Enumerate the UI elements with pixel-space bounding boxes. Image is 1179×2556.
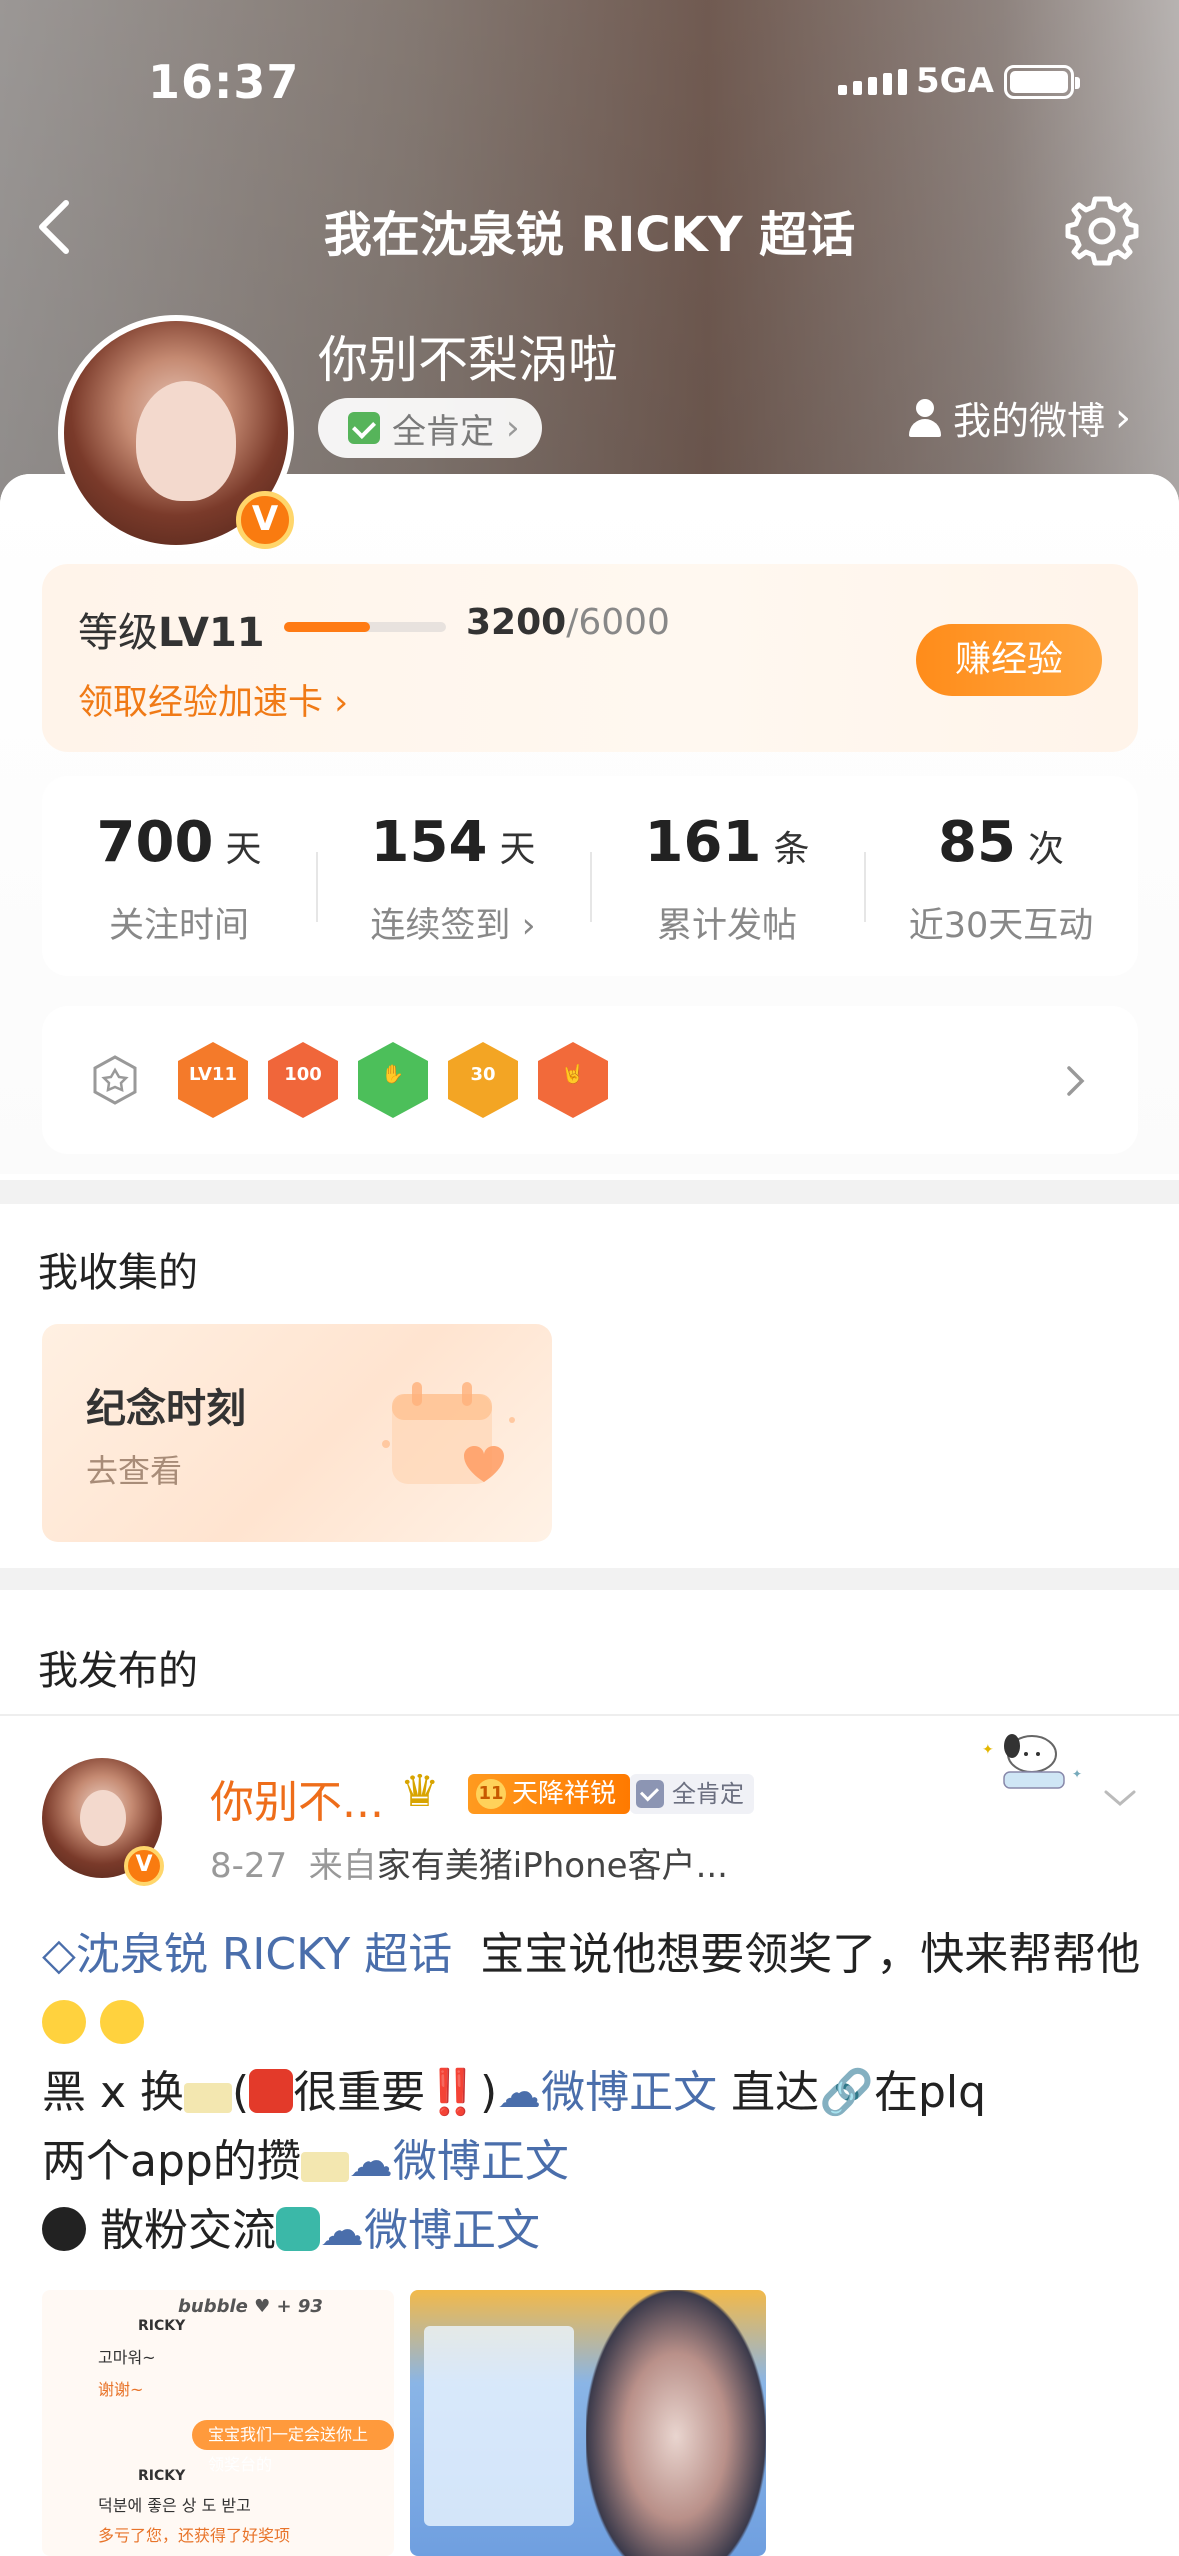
- status-bar: 16:37 5GA: [0, 55, 1179, 115]
- network-type: 5GA: [916, 61, 994, 101]
- check-icon: [348, 412, 380, 444]
- check-icon: [636, 1780, 664, 1808]
- post-image-chat[interactable]: bubble ♥ + 93 RICKY 고마워~ 谢谢~ 宝宝我们一定会送你上领…: [42, 2290, 394, 2556]
- battery-icon: [1004, 65, 1080, 99]
- verify-chip[interactable]: 全肯定 ›: [318, 398, 542, 458]
- collected-section-title: 我收集的: [38, 1250, 198, 1296]
- divider-line: [0, 1714, 1179, 1716]
- user-icon: [907, 398, 943, 437]
- badge-hex-icon: [93, 1055, 137, 1105]
- svg-text:✦: ✦: [1072, 1767, 1082, 1781]
- chevron-right-icon: [1067, 1066, 1085, 1096]
- chevron-down-icon[interactable]: [1102, 1786, 1138, 1810]
- gear-icon[interactable]: [1064, 193, 1140, 269]
- memo-card-title: 纪念时刻: [86, 1386, 246, 1432]
- status-time: 16:37: [148, 55, 300, 109]
- chevron-right-icon: ›: [1115, 394, 1131, 441]
- level-card: 等级LV11 3200/6000 领取经验加速卡 › 赚经验: [42, 564, 1138, 752]
- level-label: 等级LV11: [78, 610, 265, 656]
- stat-total-posts: 161 条 累计发帖: [644, 810, 810, 946]
- chevron-right-icon: ›: [506, 408, 520, 448]
- verified-v-icon: V: [236, 491, 294, 549]
- published-section-title: 我发布的: [38, 1648, 198, 1694]
- dog-sticker-icon: ✦✦: [982, 1734, 1082, 1789]
- post-text: ◇沈泉锐 RICKY 超话 宝宝说他想要领奖了，快来帮帮他 黑 x 换(很重要‼…: [42, 1929, 1141, 2256]
- stat-follow-days: 700 天 关注时间: [96, 810, 262, 946]
- verify-tag: 全肯定: [630, 1774, 754, 1814]
- memorial-moments-card[interactable]: 纪念时刻 去查看: [42, 1324, 552, 1542]
- verified-v-icon: V: [124, 1846, 164, 1886]
- post-author-name[interactable]: 你别不...: [210, 1766, 384, 1830]
- 100-days-medal-icon: 100: [268, 1034, 338, 1124]
- supertopic-link[interactable]: ◇沈泉锐 RICKY 超话: [42, 1929, 452, 1980]
- boost-card-link[interactable]: 领取经验加速卡 ›: [78, 674, 348, 725]
- memo-card-link: 去查看: [86, 1452, 183, 1490]
- svg-text:✦: ✦: [982, 1742, 994, 1758]
- crown-icon: ♛: [400, 1766, 440, 1817]
- signal-icon: [838, 65, 907, 95]
- 30-days-medal-icon: 30: [448, 1034, 518, 1124]
- my-weibo-label: 我的微博: [952, 399, 1105, 443]
- level-progress-bar: [284, 622, 446, 632]
- earn-exp-button[interactable]: 赚经验: [916, 624, 1102, 696]
- post-meta: 8-27 来自家有美猪iPhone客户...: [210, 1846, 728, 1886]
- stat-checkin-streak[interactable]: 154 天 连续签到 ›: [316, 810, 590, 948]
- section-divider: [0, 1180, 1179, 1204]
- top-nav: 我在沈泉锐 RICKY 超话: [0, 185, 1179, 266]
- stats-card: 700 天 关注时间 154 天 连续签到 › 161 条 累计发帖 85 次 近30天…: [42, 776, 1138, 976]
- level-exp: 3200/6000: [466, 602, 670, 643]
- badge-card[interactable]: LV11 100 ✋ 30 🤘: [42, 1006, 1138, 1154]
- profile-username: 你别不梨涡啦: [318, 331, 618, 389]
- post-image-portrait[interactable]: [410, 2290, 766, 2556]
- my-weibo-link[interactable]: 我的微博 ›: [907, 390, 1131, 445]
- calendar-heart-icon: [382, 1382, 515, 1484]
- verify-chip-label: 全肯定: [392, 411, 494, 452]
- rock-hand-medal-icon: 🤘: [538, 1034, 608, 1124]
- section-divider: [0, 1568, 1179, 1590]
- lv11-medal-icon: LV11: [178, 1034, 248, 1124]
- fan-title-tag: 11 天降祥锐: [468, 1774, 631, 1814]
- hand-medal-icon: ✋: [358, 1034, 428, 1124]
- stat-interactions: 85 次 近30天互动: [908, 810, 1094, 946]
- page-title: 我在沈泉锐 RICKY 超话: [323, 207, 856, 263]
